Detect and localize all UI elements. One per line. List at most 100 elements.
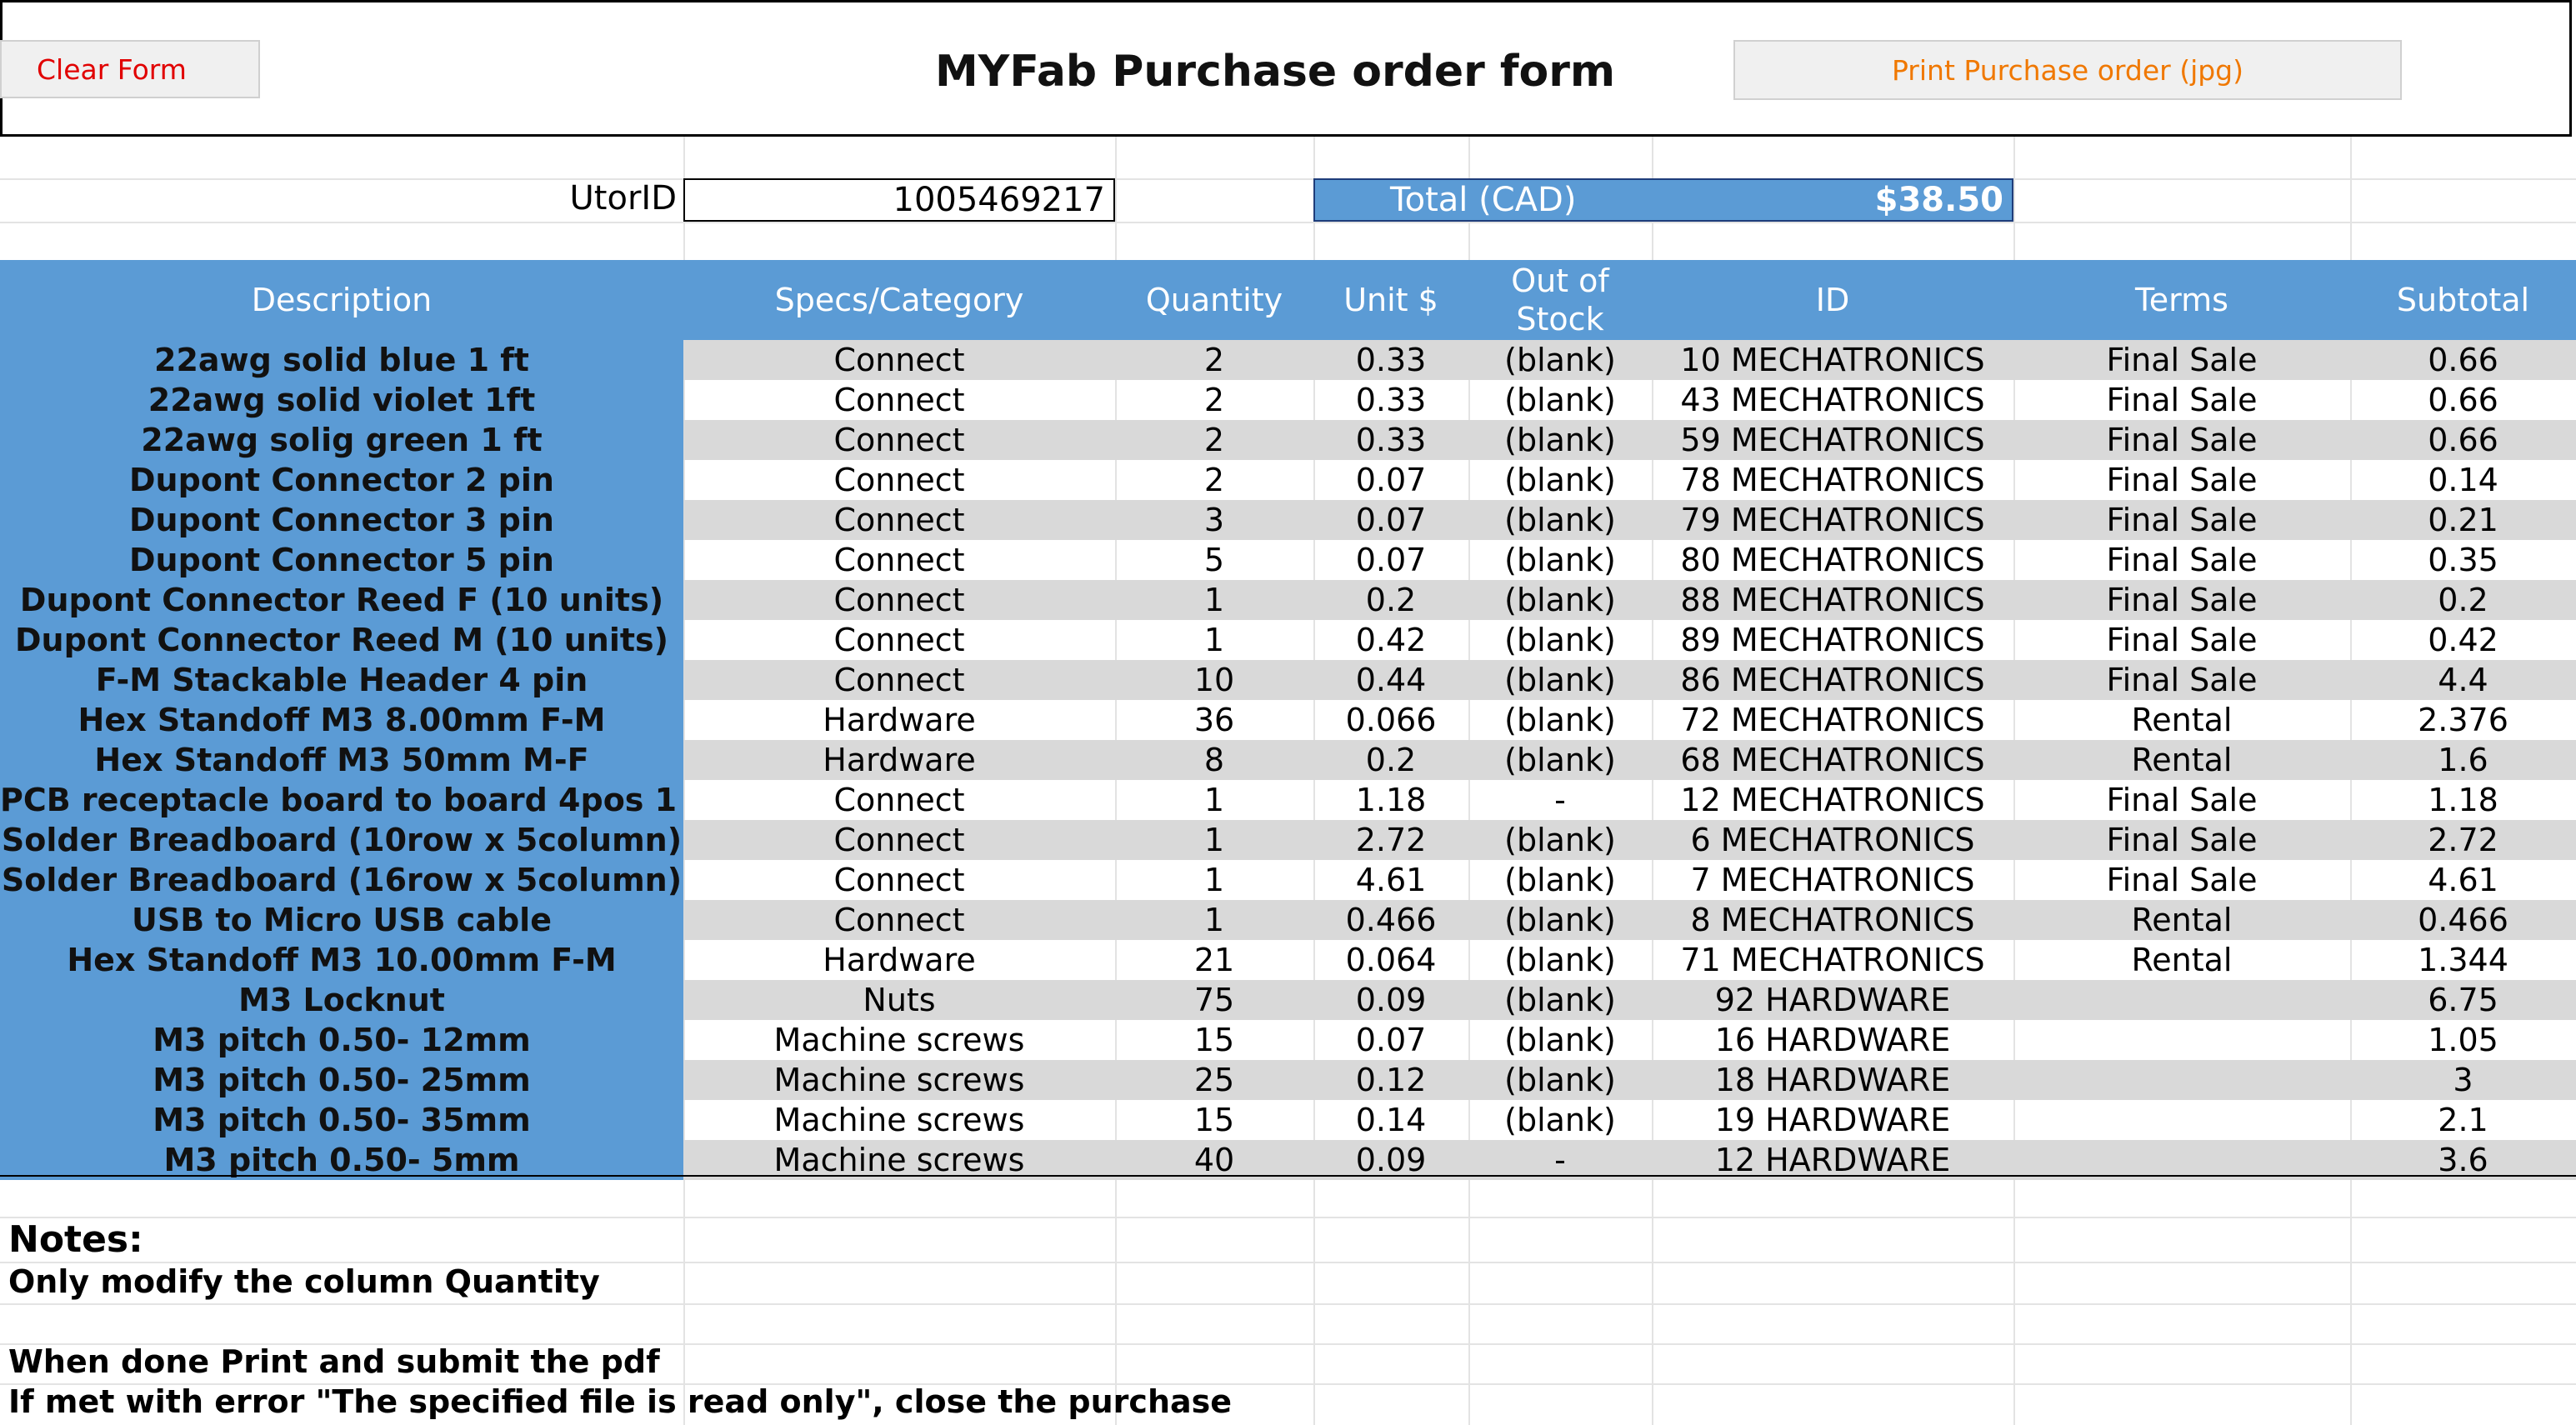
cell-description: Solder Breadboard (10row x 5column)	[0, 820, 683, 860]
cell-specs: Connect	[833, 622, 965, 658]
cell-description: F-M Stackable Header 4 pin	[0, 660, 683, 700]
cell-specs: Connect	[833, 422, 965, 458]
cell-out-of-stock: (blank)	[1504, 1062, 1616, 1098]
quantity-cell[interactable]: 2	[1115, 340, 1313, 380]
cell-specs: Connect	[833, 902, 965, 938]
quantity-cell[interactable]: 5	[1115, 540, 1313, 580]
cell-terms: Final Sale	[2106, 582, 2258, 618]
cell-id: 59 MECHATRONICS	[1680, 422, 1985, 458]
cell-terms	[2013, 1140, 2350, 1180]
cell-subtotal: 2.72	[2428, 822, 2498, 858]
cell-terms	[2013, 1100, 2350, 1140]
cell-id: 78 MECHATRONICS	[1680, 462, 1985, 498]
cell-out-of-stock: (blank)	[1504, 662, 1616, 698]
cell-specs: Connect	[833, 822, 965, 858]
cell-terms: Final Sale	[2106, 502, 2258, 538]
table-row: Hex Standoff M3 50mm M-F Hardware 8 0.2 (bla…	[0, 740, 2576, 780]
cell-subtotal: 0.466	[2418, 902, 2508, 938]
cell-out-of-stock: (blank)	[1504, 542, 1616, 578]
clear-form-button[interactable]: Clear Form	[0, 40, 260, 98]
print-purchase-order-button[interactable]: Print Purchase order (jpg)	[1733, 40, 2402, 100]
table-row: PCB receptacle board to board 4pos 1 ros…	[0, 780, 2576, 820]
cell-out-of-stock: (blank)	[1504, 622, 1616, 658]
quantity-cell[interactable]: 15	[1115, 1020, 1313, 1060]
cell-terms: Final Sale	[2106, 342, 2258, 378]
cell-description: 22awg solid violet 1ft	[0, 380, 683, 420]
cell-out-of-stock: (blank)	[1504, 942, 1616, 978]
cell-subtotal: 0.14	[2428, 462, 2498, 498]
cell-unit-price: 0.07	[1355, 542, 1427, 578]
cell-out-of-stock: (blank)	[1504, 582, 1616, 618]
col-header-subtotal: Subtotal	[2396, 282, 2530, 318]
cell-id: 10 MECHATRONICS	[1680, 342, 1985, 378]
quantity-cell[interactable]: 75	[1115, 980, 1313, 1020]
cell-terms: Final Sale	[2106, 862, 2258, 898]
cell-description: USB to Micro USB cable	[0, 900, 683, 940]
cell-out-of-stock: (blank)	[1504, 982, 1616, 1018]
cell-description: M3 pitch 0.50- 12mm	[0, 1020, 683, 1060]
cell-out-of-stock: (blank)	[1504, 862, 1616, 898]
cell-specs: Connect	[833, 502, 965, 538]
cell-unit-price: 0.09	[1355, 1142, 1427, 1178]
quantity-cell[interactable]: 36	[1115, 700, 1313, 740]
note-line: If met with error "The specified file is…	[8, 1383, 1233, 1420]
cell-description: Dupont Connector 5 pin	[0, 540, 683, 580]
cell-out-of-stock: (blank)	[1504, 742, 1616, 778]
quantity-cell[interactable]: 1	[1115, 860, 1313, 900]
quantity-cell[interactable]: 1	[1115, 820, 1313, 860]
note-line: Only modify the column Quantity	[8, 1263, 600, 1300]
quantity-cell[interactable]: 25	[1115, 1060, 1313, 1100]
cell-subtotal: 6.75	[2428, 982, 2498, 1018]
cell-specs: Connect	[833, 542, 965, 578]
cell-out-of-stock: (blank)	[1504, 902, 1616, 938]
quantity-cell[interactable]: 15	[1115, 1100, 1313, 1140]
quantity-cell[interactable]: 1	[1115, 620, 1313, 660]
quantity-cell[interactable]: 1	[1115, 580, 1313, 620]
cell-subtotal: 4.61	[2428, 862, 2498, 898]
cell-unit-price: 1.18	[1355, 782, 1427, 818]
quantity-cell[interactable]: 2	[1115, 380, 1313, 420]
quantity-cell[interactable]: 2	[1115, 460, 1313, 500]
quantity-cell[interactable]: 40	[1115, 1140, 1313, 1180]
cell-unit-price: 0.33	[1355, 382, 1427, 418]
quantity-cell[interactable]: 21	[1115, 940, 1313, 980]
quantity-cell[interactable]: 3	[1115, 500, 1313, 540]
cell-out-of-stock: -	[1554, 1142, 1566, 1178]
quantity-cell[interactable]: 1	[1115, 780, 1313, 820]
cell-id: 7 MECHATRONICS	[1690, 862, 1975, 898]
cell-out-of-stock: (blank)	[1504, 382, 1616, 418]
cell-description: Hex Standoff M3 10.00mm F-M	[0, 940, 683, 980]
cell-description: PCB receptacle board to board 4pos 1 ros	[0, 780, 683, 820]
cell-out-of-stock: (blank)	[1504, 822, 1616, 858]
gridline	[0, 178, 2576, 180]
cell-specs: Nuts	[863, 982, 936, 1018]
cell-unit-price: 0.07	[1355, 502, 1427, 538]
quantity-cell[interactable]: 10	[1115, 660, 1313, 700]
gridline	[0, 222, 2576, 223]
cell-specs: Connect	[833, 342, 965, 378]
cell-unit-price: 0.2	[1365, 582, 1417, 618]
cell-unit-price: 0.066	[1345, 702, 1437, 738]
cell-subtotal: 0.42	[2428, 622, 2498, 658]
utorid-field[interactable]: 1005469217	[683, 178, 1115, 222]
cell-terms	[2013, 980, 2350, 1020]
quantity-cell[interactable]: 8	[1115, 740, 1313, 780]
cell-id: 6 MECHATRONICS	[1690, 822, 1975, 858]
cell-id: 18 HARDWARE	[1714, 1062, 1951, 1098]
table-row: 22awg solid violet 1ft Connect 2 0.33 (blank…	[0, 380, 2576, 420]
cell-description: Dupont Connector Reed F (10 units)	[0, 580, 683, 620]
table-row: Dupont Connector Reed M (10 units) Connec…	[0, 620, 2576, 660]
quantity-cell[interactable]: 2	[1115, 420, 1313, 460]
cell-unit-price: 0.064	[1345, 942, 1437, 978]
quantity-cell[interactable]: 1	[1115, 900, 1313, 940]
cell-unit-price: 0.44	[1355, 662, 1427, 698]
cell-id: 79 MECHATRONICS	[1680, 502, 1985, 538]
col-header-id: ID	[1815, 282, 1850, 318]
table-row: Solder Breadboard (10row x 5column) Conne…	[0, 820, 2576, 860]
cell-unit-price: 0.42	[1355, 622, 1427, 658]
cell-description: Dupont Connector Reed M (10 units)	[0, 620, 683, 660]
table-row: M3 Locknut Nuts 75 0.09 (blank) 92 HARDWARE 6.…	[0, 980, 2576, 1020]
cell-specs: Machine screws	[773, 1062, 1025, 1098]
cell-id: 12 MECHATRONICS	[1680, 782, 1985, 818]
cell-id: 68 MECHATRONICS	[1680, 742, 1985, 778]
